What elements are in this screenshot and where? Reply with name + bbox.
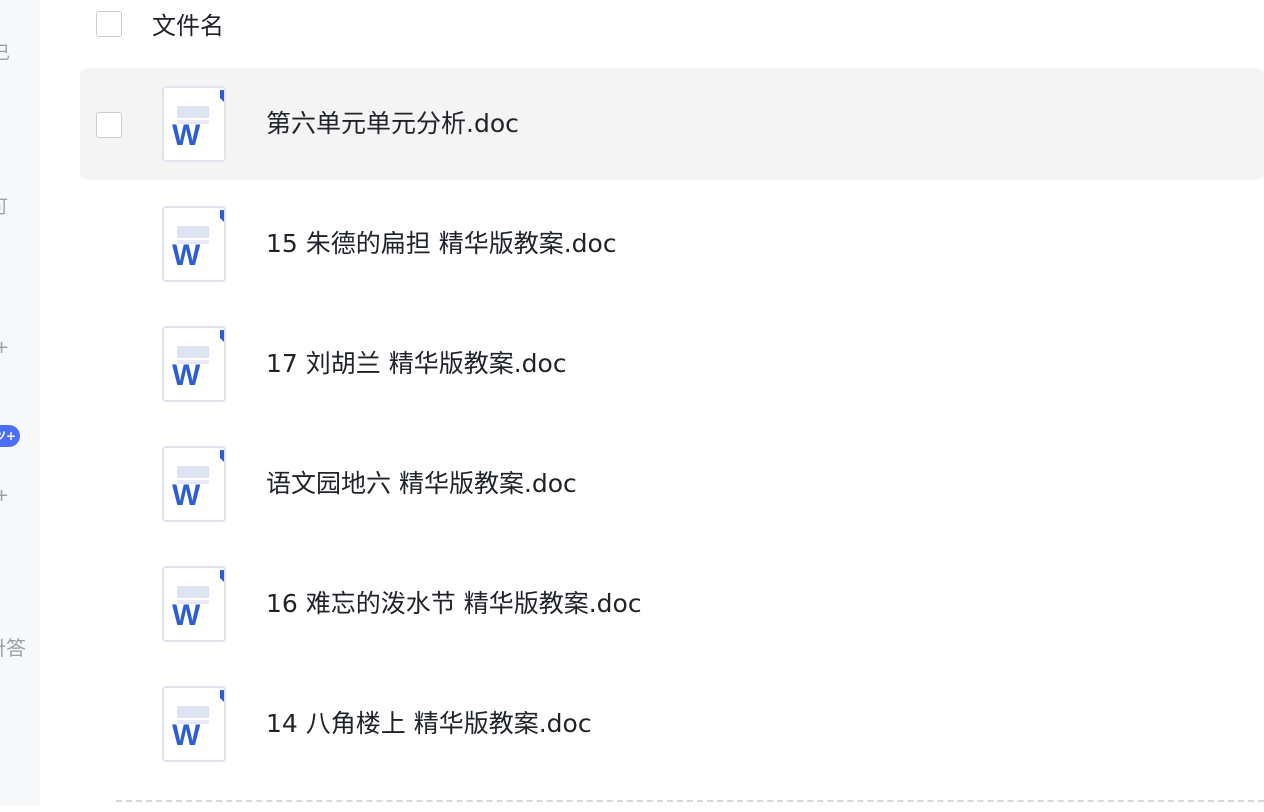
sidebar-strip: 己 可 + ツ+ + 卌答 [0,0,40,806]
select-all-checkbox[interactable] [96,11,122,37]
file-name[interactable]: 第六单元单元分析.doc [266,106,519,142]
sidebar-fragment[interactable]: 卌答 [0,638,26,658]
file-row[interactable]: W 16 难忘的泼水节 精华版教案.doc [80,548,1264,660]
word-doc-icon: W [162,566,226,642]
word-letter: W [172,119,201,152]
word-letter: W [172,479,201,512]
file-name[interactable]: 16 难忘的泼水节 精华版教案.doc [266,586,642,622]
word-doc-icon: W [162,326,226,402]
word-doc-icon: W [162,686,226,762]
file-name[interactable]: 语文园地六 精华版教案.doc [266,466,577,502]
file-row[interactable]: W 语文园地六 精华版教案.doc [80,428,1264,540]
sidebar-fragment[interactable]: + [0,486,9,506]
word-doc-icon: W [162,446,226,522]
word-letter: W [172,599,201,632]
new-badge: ツ+ [0,425,20,447]
dashed-divider [116,800,1264,812]
sidebar-fragment[interactable]: 己 [0,44,10,64]
file-row[interactable]: W 15 朱德的扁担 精华版教案.doc [80,188,1264,300]
word-doc-icon: W [162,86,226,162]
file-row[interactable]: W 17 刘胡兰 精华版教案.doc [80,308,1264,420]
word-letter: W [172,359,201,392]
file-name[interactable]: 14 八角楼上 精华版教案.doc [266,706,592,742]
row-checkbox[interactable] [96,112,122,138]
file-name[interactable]: 17 刘胡兰 精华版教案.doc [266,346,567,382]
word-doc-icon: W [162,206,226,282]
file-list-header: 文件名 [80,0,1264,52]
sidebar-fragment[interactable]: + [0,338,9,358]
sidebar-fragment[interactable]: 可 [0,198,8,218]
word-letter: W [172,239,201,272]
file-row[interactable]: W 14 八角楼上 精华版教案.doc [80,668,1264,780]
file-row[interactable]: W 第六单元单元分析.doc [80,68,1264,180]
word-letter: W [172,719,201,752]
column-header-filename: 文件名 [152,12,224,40]
file-name[interactable]: 15 朱德的扁担 精华版教案.doc [266,226,617,262]
